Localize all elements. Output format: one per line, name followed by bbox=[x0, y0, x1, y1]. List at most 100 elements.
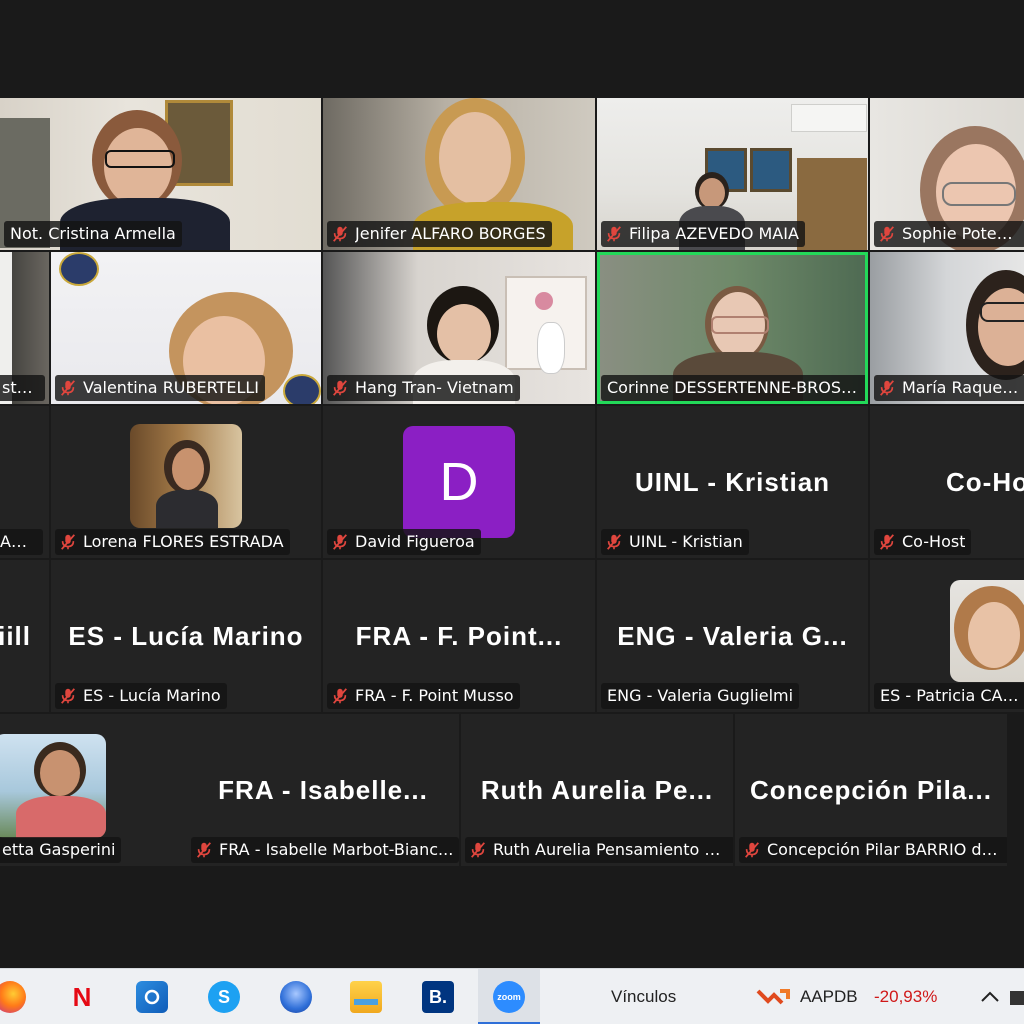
participant-tile[interactable]: ES - Patricia CASH bbox=[870, 560, 1024, 712]
participant-tile[interactable]: UINL - Kristian UINL - Kristian bbox=[597, 406, 868, 558]
zoom-icon: zoom bbox=[493, 981, 525, 1013]
participant-tile[interactable]: María Raquel B bbox=[870, 252, 1024, 404]
participant-tile[interactable]: Concepción Pila... Concepción Pilar BARR… bbox=[735, 714, 1007, 866]
mic-muted-icon bbox=[607, 534, 621, 550]
participant-tile[interactable]: Sophie Potentie bbox=[870, 98, 1024, 250]
participant-name-tag: Hang Tran- Vietnam bbox=[327, 375, 520, 401]
participant-tile[interactable]: Filipa AZEVEDO MAIA bbox=[597, 98, 868, 250]
participant-tile[interactable]: ENG - Valeria G... ENG - Valeria Gugliel… bbox=[597, 560, 868, 712]
participant-name: Hang Tran- Vietnam bbox=[355, 378, 514, 397]
participant-photo bbox=[130, 424, 242, 528]
participant-name-tag: FRA - F. Point Musso bbox=[327, 683, 520, 709]
participant-name-tag: Jenifer ALFARO BORGES bbox=[327, 221, 552, 247]
participant-tile[interactable]: Hang Tran- Vietnam bbox=[323, 252, 595, 404]
mic-muted-icon bbox=[607, 226, 621, 242]
zoom-taskbar-item-active[interactable]: zoom bbox=[478, 969, 540, 1024]
participant-photo bbox=[950, 580, 1024, 682]
stock-logo-icon bbox=[756, 989, 790, 1005]
links-toolbar-label[interactable]: Vínculos bbox=[611, 969, 676, 1024]
bookshelf bbox=[797, 158, 867, 250]
participant-name: Sophie Potentie bbox=[902, 224, 1020, 243]
netflix-icon[interactable]: N bbox=[66, 981, 98, 1013]
participant-display-name: ENG - Valeria G... bbox=[617, 620, 848, 651]
participant-name-tag: Ruth Aurelia Pensamiento M... bbox=[465, 837, 733, 863]
mic-muted-icon bbox=[333, 688, 347, 704]
participant-tile[interactable]: ES - Lucía Marino ES - Lucía Marino bbox=[51, 560, 321, 712]
participant-name-tag: Co-Host bbox=[874, 529, 972, 555]
participant-display-name: iill bbox=[0, 620, 31, 651]
participant-name: etta Gasperini bbox=[2, 840, 116, 859]
participant-name: UINL - Kristian bbox=[629, 532, 743, 551]
participant-name: Not. Cristina Armella bbox=[10, 224, 176, 243]
glasses bbox=[942, 182, 1016, 206]
participant-name-tag: ES - Patricia CASH bbox=[874, 683, 1024, 709]
participant-name-tag: Concepción Pilar BARRIO de... bbox=[739, 837, 1007, 863]
skype-letter: S bbox=[217, 986, 230, 1007]
participant-tile[interactable]: Lorena FLORES ESTRADA bbox=[51, 406, 321, 558]
mic-muted-icon bbox=[880, 534, 894, 550]
firefox-icon[interactable] bbox=[0, 981, 26, 1013]
participant-name-tag: Filipa AZEVEDO MAIA bbox=[601, 221, 805, 247]
participant-tile[interactable]: Valentina RUBERTELLI bbox=[51, 252, 321, 404]
glasses bbox=[105, 150, 175, 168]
participant-name: Jenifer ALFARO BORGES bbox=[355, 224, 546, 243]
participant-name-tag: FRA - Isabelle Marbot-Bianc... bbox=[191, 837, 459, 863]
participant-tile[interactable]: Not. Cristina Armella bbox=[0, 98, 321, 250]
stock-symbol[interactable]: AAPDB bbox=[800, 969, 858, 1024]
participant-name: Co-Host bbox=[902, 532, 966, 551]
participant-name-tag: María Raquel B bbox=[874, 375, 1024, 401]
participant-tile[interactable]: Ruth Aurelia Pe... Ruth Aurelia Pensamie… bbox=[461, 714, 733, 866]
glasses bbox=[980, 302, 1024, 322]
participant-name-tag: etta Gasperini bbox=[0, 837, 122, 863]
air-conditioner bbox=[791, 104, 867, 132]
participant-avatar: D bbox=[403, 426, 515, 538]
participant-name-tag: Valentina RUBERTELLI bbox=[55, 375, 265, 401]
outlook-glyph bbox=[144, 989, 160, 1005]
stock-change: -20,93% bbox=[874, 987, 938, 1006]
participant-name: ANZA bbox=[0, 532, 37, 551]
thunderbird-icon[interactable] bbox=[280, 981, 312, 1013]
notary-seal-logo bbox=[59, 252, 99, 286]
avatar-initial: D bbox=[439, 452, 479, 512]
participant-tile[interactable]: Jenifer ALFARO BORGES bbox=[323, 98, 595, 250]
participant-tile[interactable]: FRA - Isabelle... FRA - Isabelle Marbot-… bbox=[187, 714, 459, 866]
booking-icon[interactable]: B. bbox=[422, 981, 454, 1013]
notary-seal-logo bbox=[283, 374, 321, 404]
participant-name-tag: ENG - Valeria Guglielmi bbox=[601, 683, 800, 709]
participant-name: ENG - Valeria Guglielmi bbox=[607, 686, 794, 705]
booking-letter: B. bbox=[429, 986, 447, 1007]
participant-name: Valentina RUBERTELLI bbox=[83, 378, 259, 397]
mic-muted-icon bbox=[333, 534, 347, 550]
tray-app-icon[interactable] bbox=[1010, 987, 1024, 1007]
participant-display-name: Concepción Pila... bbox=[750, 774, 992, 805]
participant-tile-speaking[interactable]: Corinne DESSERTENNE-BROSS... bbox=[597, 252, 868, 404]
participant-tile[interactable]: Co-Ho Co-Host bbox=[870, 406, 1024, 558]
participant-name-tag: Not. Cristina Armella bbox=[4, 221, 182, 247]
participant-name: ES - Lucía Marino bbox=[83, 686, 221, 705]
participant-name: Concepción Pilar BARRIO de... bbox=[767, 840, 1003, 859]
mic-muted-icon bbox=[880, 226, 894, 242]
vase bbox=[537, 322, 565, 374]
mic-muted-icon bbox=[880, 380, 894, 396]
participant-name: ES - Patricia CASH bbox=[880, 686, 1022, 705]
participant-tile[interactable]: etta Gasperini bbox=[0, 714, 187, 866]
participant-tile[interactable]: stratif bbox=[0, 252, 49, 404]
mic-muted-icon bbox=[745, 842, 759, 858]
participant-name: stratif bbox=[2, 378, 39, 397]
file-explorer-icon[interactable] bbox=[350, 981, 382, 1013]
participant-tile[interactable]: D David Figueroa bbox=[323, 406, 595, 558]
mic-muted-icon bbox=[61, 380, 75, 396]
outlook-icon[interactable] bbox=[136, 981, 168, 1013]
participant-name-tag: ANZA bbox=[0, 529, 43, 555]
participant-tile[interactable]: FRA - F. Point... FRA - F. Point Musso bbox=[323, 560, 595, 712]
netflix-letter: N bbox=[72, 981, 92, 1012]
skype-icon[interactable]: S bbox=[208, 981, 240, 1013]
mic-muted-icon bbox=[471, 842, 485, 858]
participant-name-tag: Sophie Potentie bbox=[874, 221, 1024, 247]
participant-photo bbox=[0, 734, 106, 838]
participant-display-name: ES - Lucía Marino bbox=[68, 620, 304, 651]
participant-name: Filipa AZEVEDO MAIA bbox=[629, 224, 799, 243]
chevron-up-icon[interactable] bbox=[980, 991, 1000, 1003]
participant-tile[interactable]: iill bbox=[0, 560, 49, 712]
participant-tile[interactable]: ANZA bbox=[0, 406, 49, 558]
